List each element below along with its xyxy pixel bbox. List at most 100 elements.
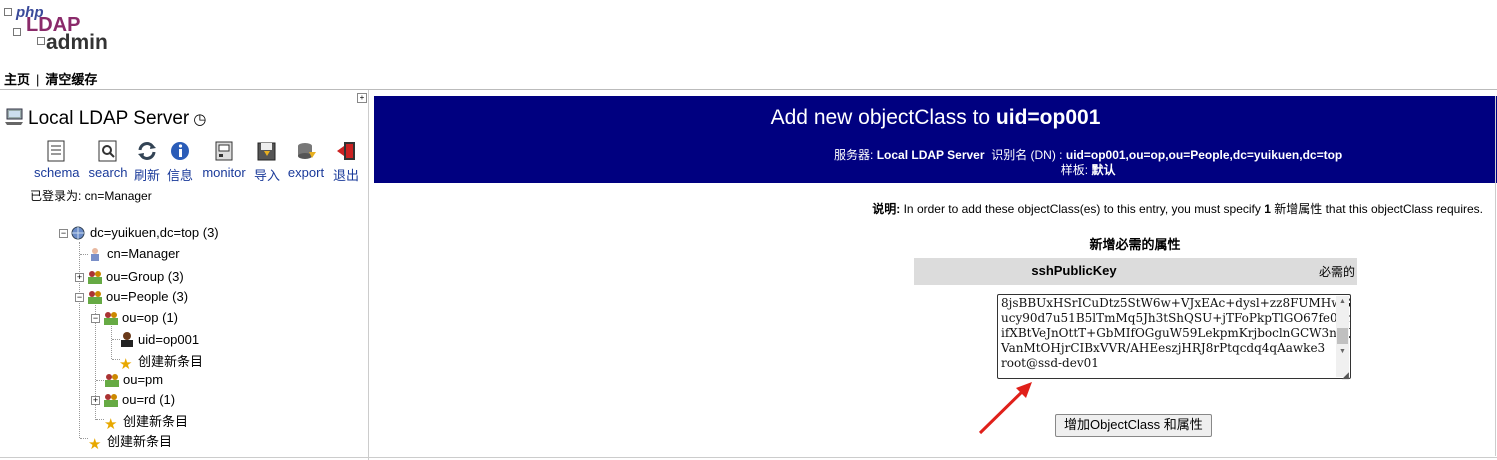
server-name[interactable]: Local LDAP Server bbox=[28, 108, 189, 129]
import-icon bbox=[256, 140, 278, 162]
expand-toggle-icon[interactable]: + bbox=[91, 396, 100, 405]
logout-button[interactable]: 退出 bbox=[331, 140, 361, 184]
note-label: 说明: bbox=[872, 202, 901, 216]
import-button[interactable]: 导入 bbox=[253, 140, 281, 184]
header-divider bbox=[0, 89, 1497, 90]
note-text: In order to add these objectClass(es) to… bbox=[900, 202, 1265, 216]
title-prefix: Add new objectClass to bbox=[770, 106, 996, 129]
group-icon bbox=[104, 373, 120, 387]
collapse-toggle-icon[interactable]: − bbox=[91, 314, 100, 323]
search-icon bbox=[97, 140, 119, 162]
schema-button[interactable]: schema bbox=[34, 140, 80, 180]
search-label: search bbox=[88, 165, 128, 180]
title-dn: uid=op001 bbox=[995, 106, 1101, 129]
info-button[interactable]: 信息 bbox=[165, 140, 195, 184]
export-button[interactable]: export bbox=[284, 140, 328, 180]
schedule-clock-icon[interactable]: ◷ bbox=[193, 110, 206, 128]
monitor-button[interactable]: monitor bbox=[198, 140, 250, 180]
logo-tree-icon bbox=[13, 28, 21, 36]
textarea-scrollbar[interactable]: ▲ ▼ bbox=[1336, 296, 1349, 377]
textarea-line: root@ssd-dev01 bbox=[1001, 356, 1099, 370]
scroll-up-icon[interactable]: ▲ bbox=[1339, 298, 1346, 305]
tree-line bbox=[80, 438, 88, 439]
pane-border bbox=[1495, 96, 1496, 456]
purge-cache-link[interactable]: 清空缓存 bbox=[45, 72, 97, 87]
tree-node-label[interactable]: 创建新条目 bbox=[107, 434, 172, 449]
note-text-end: that this objectClass requires. bbox=[1322, 202, 1483, 216]
template-value: 默认 bbox=[1091, 163, 1116, 177]
refresh-label: 刷新 bbox=[133, 168, 160, 183]
user-icon bbox=[88, 247, 104, 261]
export-icon bbox=[295, 140, 317, 162]
schema-label: schema bbox=[34, 165, 80, 180]
tree-line bbox=[111, 326, 112, 359]
expand-toggle-icon[interactable]: + bbox=[75, 273, 84, 282]
refresh-button[interactable]: 刷新 bbox=[132, 140, 162, 184]
ssh-public-key-textarea[interactable]: 8jsBBUxHSrICuDtz5StW6w+VJxEAc+dysl+zz8FU… bbox=[997, 294, 1351, 379]
server-value: Local LDAP Server bbox=[876, 148, 985, 162]
info-label: 信息 bbox=[166, 168, 193, 183]
schema-icon bbox=[45, 140, 67, 162]
tree-line bbox=[96, 380, 104, 381]
tree-node-op001[interactable]: uid=op001 bbox=[119, 331, 199, 347]
monitor-label: monitor bbox=[202, 165, 246, 180]
collapse-toggle-icon[interactable]: − bbox=[59, 229, 68, 238]
phpldapadmin-logo: php LDAP admin bbox=[4, 4, 114, 54]
star-icon: ★ bbox=[88, 436, 102, 453]
annotation-arrow-icon bbox=[978, 382, 1032, 435]
tree-node-op[interactable]: − ou=op (1) bbox=[91, 310, 178, 325]
tree-node-label[interactable]: 创建新条目 bbox=[123, 414, 188, 429]
textarea-line: 8jsBBUxHSrICuDtz5StW6w+VJxEAc+dysl+zz8FU… bbox=[1001, 296, 1351, 310]
tree-node-rd[interactable]: + ou=rd (1) bbox=[91, 392, 175, 407]
export-label: export bbox=[287, 165, 325, 180]
refresh-icon bbox=[136, 140, 158, 162]
scroll-down-icon[interactable]: ▼ bbox=[1339, 348, 1346, 355]
collapse-toggle-icon[interactable]: − bbox=[75, 293, 84, 302]
tree-node-label[interactable]: ou=rd (1) bbox=[122, 392, 175, 407]
home-link[interactable]: 主页 bbox=[4, 72, 30, 87]
instruction-note: 说明: In order to add these objectClass(es… bbox=[872, 200, 1483, 217]
bottom-border bbox=[0, 457, 1497, 458]
tree-node-label[interactable]: ou=op (1) bbox=[122, 310, 178, 325]
server-title: Local LDAP Server ◷ bbox=[4, 108, 206, 130]
attribute-name: sshPublicKey bbox=[1031, 263, 1117, 278]
logout-icon bbox=[335, 140, 357, 162]
textarea-line: ucy90d7u51B5lTmMq5Jh3tShQSU+jTFoPkpTlGO6… bbox=[1001, 311, 1351, 325]
tree-node-label[interactable]: 创建新条目 bbox=[138, 354, 203, 369]
tree-node-label[interactable]: dc=yuikuen,dc=top (3) bbox=[90, 225, 219, 240]
tree-node-manager[interactable]: cn=Manager bbox=[88, 246, 180, 261]
server-computer-icon bbox=[4, 108, 24, 126]
tree-line bbox=[96, 419, 104, 420]
tree-node-create-people[interactable]: ★ 创建新条目 bbox=[104, 411, 188, 432]
tree-node-label[interactable]: uid=op001 bbox=[138, 332, 199, 347]
tree-node-pm[interactable]: ou=pm bbox=[104, 372, 163, 387]
tree-line bbox=[80, 254, 88, 255]
tree-node-label[interactable]: ou=Group (3) bbox=[106, 269, 184, 284]
entry-info: 服务器: Local LDAP Server 识别名 (DN) : uid=op… bbox=[834, 148, 1342, 178]
dn-value: uid=op001,ou=op,ou=People,dc=yuikuen,dc=… bbox=[1065, 148, 1343, 162]
textarea-line: ifXBtVeJnOttT+GbMIfOGguW59LekpmKrjboclnG… bbox=[1001, 326, 1351, 340]
required-flag: 必需的 bbox=[1318, 265, 1355, 279]
tree-node-label[interactable]: ou=pm bbox=[123, 372, 163, 387]
tree-node-group[interactable]: + ou=Group (3) bbox=[75, 269, 184, 284]
user-icon bbox=[119, 331, 135, 347]
page-banner: Add new objectClass to uid=op001 服务器: Lo… bbox=[374, 96, 1497, 183]
template-label: 样板: bbox=[1060, 163, 1089, 177]
dn-label: 识别名 (DN) : bbox=[991, 148, 1063, 162]
scrollbar-thumb[interactable] bbox=[1337, 328, 1348, 344]
server-label: 服务器: bbox=[834, 148, 874, 162]
pane-divider[interactable] bbox=[368, 90, 369, 460]
resize-handle-icon[interactable]: ◢ bbox=[1342, 370, 1349, 381]
tree-node-create-op[interactable]: ★ 创建新条目 bbox=[119, 351, 203, 372]
collapse-pane-icon[interactable]: + bbox=[357, 93, 367, 103]
tree-node-root[interactable]: − dc=yuikuen,dc=top (3) bbox=[59, 225, 219, 240]
tree-node-create-root[interactable]: ★ 创建新条目 bbox=[88, 431, 172, 452]
nav-separator: | bbox=[36, 72, 40, 87]
add-objectclass-button[interactable]: 增加ObjectClass 和属性 bbox=[1055, 414, 1212, 437]
tree-node-label[interactable]: cn=Manager bbox=[107, 246, 180, 261]
tree-node-people[interactable]: − ou=People (3) bbox=[75, 289, 188, 304]
import-label: 导入 bbox=[253, 168, 280, 183]
tree-node-label[interactable]: ou=People (3) bbox=[106, 289, 188, 304]
search-button[interactable]: search bbox=[86, 140, 130, 180]
logo-tree-icon bbox=[4, 8, 12, 16]
